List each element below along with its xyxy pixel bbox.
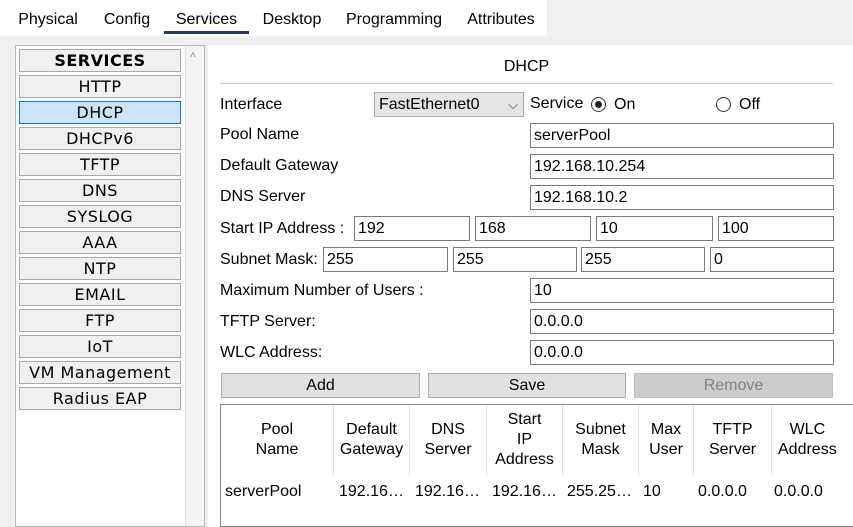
cell-pool-name: serverPool <box>225 483 302 500</box>
max-users-label: Maximum Number of Users : <box>220 282 424 299</box>
column-header-max-user[interactable]: Max User <box>639 405 694 475</box>
service-off-radio[interactable] <box>716 97 731 112</box>
dns-server-label: DNS Server <box>220 188 306 205</box>
sidebar-item-iot[interactable]: IoT <box>19 335 181 358</box>
tab-desktop[interactable]: Desktop <box>256 10 328 34</box>
service-label: Service <box>530 95 584 112</box>
sidebar-item-ftp[interactable]: FTP <box>19 309 181 332</box>
column-header-dns-server[interactable]: DNS Server <box>410 405 487 475</box>
start-ip-octet-1[interactable]: 192 <box>354 216 470 241</box>
interface-label: Interface <box>220 96 283 113</box>
cell-wlc-address: 0.0.0.0 <box>774 483 823 500</box>
sidebar-item-vm-management[interactable]: VM Management <box>19 361 181 384</box>
sidebar-item-dhcp[interactable]: DHCP <box>19 101 181 124</box>
interface-select[interactable]: FastEthernet0 ⌵ <box>374 92 524 117</box>
dns-server-field[interactable]: 192.168.10.2 <box>530 185 834 210</box>
remove-button[interactable]: Remove <box>634 373 833 398</box>
services-list: SERVICES HTTP DHCP DHCPv6 TFTP DNS SYSLO… <box>19 49 181 413</box>
column-header-tftp-server[interactable]: TFTP Server <box>694 405 772 475</box>
max-users-field[interactable]: 10 <box>530 278 834 303</box>
page-title: DHCP <box>503 58 550 75</box>
wlc-address-label: WLC Address: <box>220 344 323 361</box>
service-on-radio[interactable] <box>591 97 606 112</box>
cell-max-user: 10 <box>643 483 661 500</box>
cell-subnet-mask: 255.25… <box>567 483 632 500</box>
wlc-address-field[interactable]: 0.0.0.0 <box>530 340 834 365</box>
default-gateway-label: Default Gateway <box>220 157 339 174</box>
default-gateway-field[interactable]: 192.168.10.254 <box>530 154 834 179</box>
tab-config[interactable]: Config <box>98 10 156 34</box>
sidebar-item-aaa[interactable]: AAA <box>19 231 181 254</box>
sidebar-scrollbar[interactable]: ˄ <box>185 46 204 526</box>
add-button[interactable]: Add <box>221 373 420 398</box>
column-header-start-ip[interactable]: Start IP Address <box>487 405 563 475</box>
tftp-server-label: TFTP Server: <box>220 313 316 330</box>
chevron-down-icon: ⌵ <box>508 97 518 112</box>
tab-programming[interactable]: Programming <box>338 10 450 34</box>
sidebar-item-dhcpv6[interactable]: DHCPv6 <box>19 127 181 150</box>
sidebar-item-email[interactable]: EMAIL <box>19 283 181 306</box>
sidebar-item-ntp[interactable]: NTP <box>19 257 181 280</box>
pool-table: Pool Name Default Gateway DNS Server Sta… <box>220 404 853 527</box>
subnet-mask-octet-2[interactable]: 255 <box>453 247 577 272</box>
services-sidebar: SERVICES HTTP DHCP DHCPv6 TFTP DNS SYSLO… <box>15 45 205 527</box>
start-ip-octet-3[interactable]: 10 <box>596 216 713 241</box>
services-header: SERVICES <box>19 49 181 72</box>
start-ip-label: Start IP Address : <box>220 220 345 237</box>
sidebar-item-syslog[interactable]: SYSLOG <box>19 205 181 228</box>
start-ip-octet-2[interactable]: 168 <box>475 216 591 241</box>
subnet-mask-label: Subnet Mask: <box>220 251 318 268</box>
sidebar-item-tftp[interactable]: TFTP <box>19 153 181 176</box>
tab-services[interactable]: Services <box>164 10 249 34</box>
pool-name-label: Pool Name <box>220 126 300 143</box>
interface-select-value: FastEthernet0 <box>379 96 480 113</box>
column-header-subnet-mask[interactable]: Subnet Mask <box>563 405 639 475</box>
tab-attributes[interactable]: Attributes <box>461 10 541 34</box>
tab-bar: Physical Config Services Desktop Program… <box>0 0 853 36</box>
service-on-label: On <box>614 96 636 113</box>
subnet-mask-octet-4[interactable]: 0 <box>710 247 834 272</box>
scroll-up-icon[interactable]: ˄ <box>190 50 196 61</box>
start-ip-octet-4[interactable]: 100 <box>718 216 834 241</box>
title-divider <box>220 83 833 84</box>
subnet-mask-octet-1[interactable]: 255 <box>323 247 448 272</box>
cell-default-gateway: 192.16… <box>339 483 404 500</box>
column-header-default-gateway[interactable]: Default Gateway <box>334 405 410 475</box>
pool-name-field[interactable]: serverPool <box>530 123 834 148</box>
save-button[interactable]: Save <box>428 373 626 398</box>
sidebar-item-radius-eap[interactable]: Radius EAP <box>19 387 181 410</box>
cell-dns-server: 192.16… <box>415 483 480 500</box>
column-header-wlc-address[interactable]: WLC Address <box>772 405 853 475</box>
column-header-pool-name[interactable]: Pool Name <box>221 405 334 475</box>
subnet-mask-octet-3[interactable]: 255 <box>581 247 705 272</box>
cell-tftp-server: 0.0.0.0 <box>698 483 747 500</box>
sidebar-item-http[interactable]: HTTP <box>19 75 181 98</box>
sidebar-item-dns[interactable]: DNS <box>19 179 181 202</box>
tftp-server-field[interactable]: 0.0.0.0 <box>530 309 834 334</box>
cell-start-ip: 192.16… <box>492 483 557 500</box>
service-off-label: Off <box>739 96 761 113</box>
tab-physical[interactable]: Physical <box>6 10 90 34</box>
